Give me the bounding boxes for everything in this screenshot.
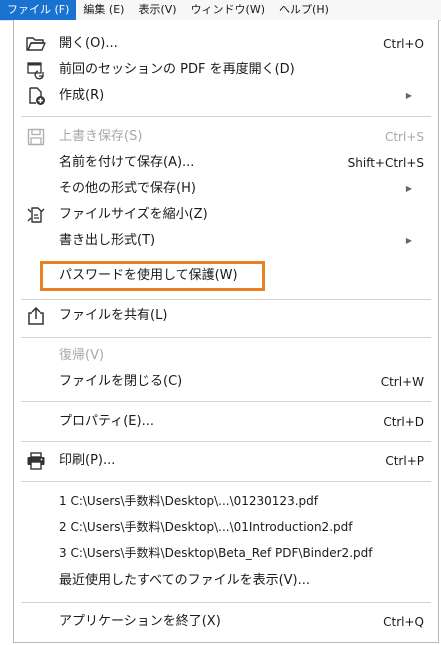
menu-bar: ファイル (F) 編集 (E) 表示(V) ウィンドウ(W) ヘルプ(H) bbox=[0, 0, 441, 21]
reopen-session-icon bbox=[26, 60, 46, 80]
menu-item-label: 作成(R) bbox=[59, 88, 105, 103]
menu-item-shortcut: Ctrl+Q bbox=[383, 615, 424, 629]
menu-separator bbox=[21, 299, 431, 300]
create-pdf-icon bbox=[26, 86, 46, 106]
submenu-arrow-icon: ▶ bbox=[405, 91, 412, 100]
menu-item-label: アプリケーションを終了(X) bbox=[59, 614, 221, 629]
file-menu-dropdown: 開く(O)... Ctrl+O 前回のセッションの PDF を再度開く(D) 作… bbox=[13, 20, 439, 643]
share-icon bbox=[26, 306, 46, 326]
menu-item-label: 最近使用したすべてのファイルを表示(V)... bbox=[59, 573, 311, 588]
menu-item-shortcut: Ctrl+W bbox=[380, 375, 424, 389]
menu-item-reopen-session[interactable]: 前回のセッションの PDF を再度開く(D) bbox=[14, 57, 438, 83]
menu-item-label: 復帰(V) bbox=[59, 348, 105, 363]
menu-item-label: ファイルサイズを縮小(Z) bbox=[59, 207, 208, 222]
menu-item-exit[interactable]: アプリケーションを終了(X) Ctrl+Q bbox=[14, 609, 438, 635]
menu-separator bbox=[21, 337, 431, 338]
menu-item-label: 上書き保存(S) bbox=[59, 129, 143, 144]
menu-item-label: ファイルを共有(L) bbox=[59, 308, 168, 323]
folder-open-icon bbox=[26, 34, 46, 54]
menu-item-share[interactable]: ファイルを共有(L) bbox=[14, 303, 438, 329]
menu-item-label: ファイルを閉じる(C) bbox=[59, 374, 183, 389]
menu-item-save-other[interactable]: その他の形式で保存(H) ▶ bbox=[14, 176, 438, 202]
menu-item-shortcut: Ctrl+S bbox=[384, 130, 424, 144]
menubar-view[interactable]: 表示(V) bbox=[131, 0, 183, 20]
menu-item-label: その他の形式で保存(H) bbox=[59, 181, 196, 196]
menu-item-shortcut: Ctrl+P bbox=[385, 454, 424, 468]
menu-item-recent-file[interactable]: 2 C:\Users\手数料\Desktop\...\01Introductio… bbox=[14, 514, 438, 540]
menu-item-label: 1 C:\Users\手数料\Desktop\...\01230123.pdf bbox=[59, 494, 318, 508]
menu-separator bbox=[21, 401, 431, 402]
menu-item-save-as[interactable]: 名前を付けて保存(A)... Shift+Ctrl+S bbox=[14, 150, 438, 176]
save-icon bbox=[26, 127, 46, 147]
submenu-arrow-icon: ▶ bbox=[405, 184, 412, 193]
menu-item-close[interactable]: ファイルを閉じる(C) Ctrl+W bbox=[14, 369, 438, 395]
menubar-edit[interactable]: 編集 (E) bbox=[76, 0, 131, 20]
menubar-help[interactable]: ヘルプ(H) bbox=[272, 0, 336, 20]
menu-item-label: 前回のセッションの PDF を再度開く(D) bbox=[59, 62, 295, 77]
reduce-size-icon bbox=[26, 205, 46, 225]
menu-item-label: 2 C:\Users\手数料\Desktop\...\01Introductio… bbox=[59, 520, 353, 534]
highlight-box bbox=[40, 261, 265, 291]
menu-separator bbox=[21, 441, 431, 442]
menu-separator bbox=[21, 481, 431, 482]
menu-item-export[interactable]: 書き出し形式(T) ▶ bbox=[14, 228, 438, 254]
menu-item-show-all-recent[interactable]: 最近使用したすべてのファイルを表示(V)... bbox=[14, 568, 438, 594]
menu-item-recent-file[interactable]: 3 C:\Users\手数料\Desktop\Beta_Ref PDF\Bind… bbox=[14, 540, 438, 566]
menu-item-recent-file[interactable]: 1 C:\Users\手数料\Desktop\...\01230123.pdf bbox=[14, 488, 438, 514]
menubar-window[interactable]: ウィンドウ(W) bbox=[184, 0, 272, 20]
menu-item-label: 印刷(P)... bbox=[59, 453, 116, 468]
menu-item-create[interactable]: 作成(R) ▶ bbox=[14, 83, 438, 109]
menu-item-properties[interactable]: プロパティ(E)... Ctrl+D bbox=[14, 409, 438, 435]
menu-item-shortcut: Ctrl+O bbox=[383, 37, 424, 51]
menu-separator bbox=[21, 602, 431, 603]
menu-item-revert[interactable]: 復帰(V) bbox=[14, 343, 438, 369]
menu-item-shortcut: Shift+Ctrl+S bbox=[347, 156, 424, 170]
menu-separator bbox=[21, 116, 431, 117]
submenu-arrow-icon: ▶ bbox=[405, 236, 412, 245]
menu-item-reduce-size[interactable]: ファイルサイズを縮小(Z) bbox=[14, 202, 438, 228]
menu-item-open[interactable]: 開く(O)... Ctrl+O bbox=[14, 31, 438, 57]
menu-item-label: 名前を付けて保存(A)... bbox=[59, 155, 195, 170]
menubar-file[interactable]: ファイル (F) bbox=[0, 0, 77, 20]
menu-item-label: 書き出し形式(T) bbox=[59, 233, 156, 248]
menu-item-print[interactable]: 印刷(P)... Ctrl+P bbox=[14, 448, 438, 474]
menu-item-shortcut: Ctrl+D bbox=[383, 415, 424, 429]
menu-item-label: 3 C:\Users\手数料\Desktop\Beta_Ref PDF\Bind… bbox=[59, 546, 373, 560]
print-icon bbox=[26, 451, 46, 471]
menu-item-label: プロパティ(E)... bbox=[59, 414, 154, 429]
menu-item-save[interactable]: 上書き保存(S) Ctrl+S bbox=[14, 124, 438, 150]
menu-item-label: 開く(O)... bbox=[59, 36, 118, 51]
